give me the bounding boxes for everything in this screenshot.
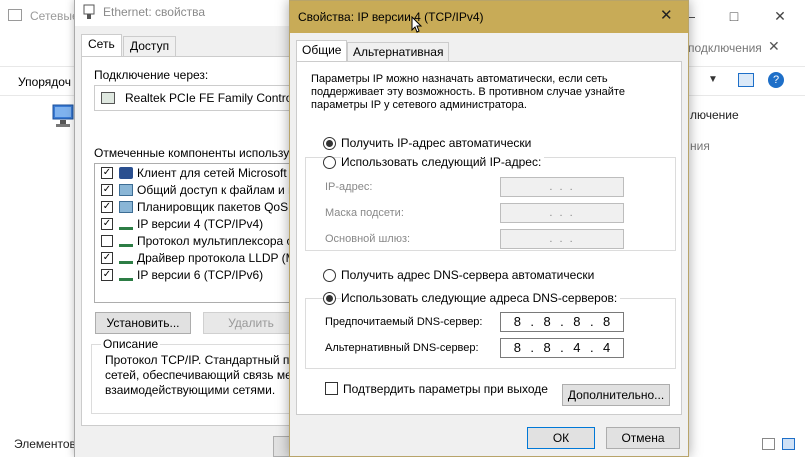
components-label: Отмеченные компоненты используются xyxy=(94,146,316,160)
gateway-field[interactable]: . . . xyxy=(500,229,624,249)
dns-octet: 4 xyxy=(573,340,581,355)
help-icon[interactable]: ? xyxy=(768,72,784,88)
preferred-dns-label: Предпочитаемый DNS-сервер: xyxy=(325,316,483,328)
network-card-icon xyxy=(101,92,115,104)
component-label: Драйвер протокола LLDP (Ma xyxy=(137,251,303,265)
search-input[interactable]: подключения xyxy=(688,41,762,55)
tab-network[interactable]: Сеть xyxy=(81,34,122,56)
close-button[interactable]: ✕ xyxy=(757,0,803,32)
tab-general[interactable]: Общие xyxy=(296,40,348,61)
adapter-name: Realtek PCIe FE Family Controller xyxy=(125,91,309,105)
list-item[interactable]: ✓ Клиент для сетей Microsoft xyxy=(95,165,313,182)
list-item[interactable]: ✓ Планировщик пакетов QoS xyxy=(95,199,313,216)
dns-auto-radio[interactable] xyxy=(323,269,336,282)
list-item[interactable]: ✓ Драйвер протокола LLDP (Ma xyxy=(95,250,313,267)
dns-octet: 8 xyxy=(513,314,521,329)
ipv4-properties-dialog: Свойства: IP версии 4 (TCP/IPv4) ✕ Общие… xyxy=(289,0,689,457)
adapter-box: Realtek PCIe FE Family Controller xyxy=(94,85,314,111)
ipv4-dialog-title: Свойства: IP версии 4 (TCP/IPv4) xyxy=(298,10,484,24)
component-checkbox[interactable]: ✓ xyxy=(101,167,113,179)
folder-icon xyxy=(8,9,22,21)
tab-sharing[interactable]: Доступ xyxy=(123,36,177,56)
mouse-cursor-icon xyxy=(411,16,423,33)
dns-octet: 8 xyxy=(543,340,551,355)
dns-manual-label[interactable]: Использовать следующие адреса DNS-сервер… xyxy=(341,291,621,305)
bg-window-title: Сетевые xyxy=(30,9,79,23)
connect-via-label: Подключение через: xyxy=(94,68,209,82)
network-adapter-icon[interactable] xyxy=(52,104,74,130)
dns-octet: 8 xyxy=(513,340,521,355)
component-checkbox[interactable]: ✓ xyxy=(101,252,113,264)
large-icons-view-icon[interactable] xyxy=(782,438,795,450)
preview-pane-icon[interactable] xyxy=(738,73,754,87)
alternate-dns-field[interactable]: 8. 8. 4. 4 xyxy=(500,338,624,358)
static-dns-group xyxy=(305,298,676,369)
client-icon xyxy=(119,167,133,179)
list-item[interactable]: ✓ IP версии 4 (TCP/IPv4) xyxy=(95,216,313,233)
advanced-button[interactable]: Дополнительно... xyxy=(562,384,670,406)
component-label: IP версии 4 (TCP/IPv4) xyxy=(137,217,264,231)
dns-octet: 8 xyxy=(603,314,611,329)
chevron-down-icon[interactable]: ▼ xyxy=(708,74,718,85)
dns-octet: 8 xyxy=(573,314,581,329)
status-bar-text: Элементов xyxy=(14,437,76,451)
cancel-button[interactable]: Отмена xyxy=(606,427,680,449)
subnet-mask-label: Маска подсети: xyxy=(325,207,404,219)
clear-search-icon[interactable]: ✕ xyxy=(768,38,780,55)
dns-auto-label[interactable]: Получить адрес DNS-сервера автоматически xyxy=(341,268,594,282)
ethernet-properties-window: Ethernet: свойства Сеть Доступ Подключен… xyxy=(74,0,316,457)
component-checkbox[interactable]: ✓ xyxy=(101,201,113,213)
ip-manual-label[interactable]: Использовать следующий IP-адрес: xyxy=(341,155,545,169)
gateway-label: Основной шлюз: xyxy=(325,233,411,245)
component-checkbox[interactable]: ✓ xyxy=(101,218,113,230)
ipv4-general-page: Параметры IP можно назначать автоматичес… xyxy=(296,61,682,415)
details-view-icon[interactable] xyxy=(762,438,775,450)
ip-address-field[interactable]: . . . xyxy=(500,177,624,197)
list-item[interactable]: Протокол мультиплексора сет xyxy=(95,233,313,250)
connection-status-text: ния xyxy=(690,139,710,153)
intro-text: Параметры IP можно назначать автоматичес… xyxy=(311,73,625,111)
tab-alternate-config[interactable]: Альтернативная конфигурация xyxy=(347,42,450,77)
protocol-icon xyxy=(119,252,133,264)
component-label: Протокол мультиплексора сет xyxy=(137,234,305,248)
ip-auto-label[interactable]: Получить IP-адрес автоматически xyxy=(341,136,531,150)
share-icon xyxy=(119,201,133,213)
description-label: Описание xyxy=(101,337,161,351)
ok-button[interactable]: ОК xyxy=(527,427,595,449)
protocol-icon xyxy=(119,235,133,247)
connection-name-text: лючение xyxy=(690,108,739,122)
components-list[interactable]: ✓ Клиент для сетей Microsoft ✓ Общий дос… xyxy=(94,163,314,303)
ip-manual-radio[interactable] xyxy=(323,156,336,169)
maximize-button[interactable]: □ xyxy=(711,0,757,32)
protocol-icon xyxy=(119,269,133,281)
list-item[interactable]: ✓ IP версии 6 (TCP/IPv6) xyxy=(95,267,313,284)
dns-manual-radio[interactable] xyxy=(323,292,336,305)
ethernet-icon xyxy=(83,4,95,19)
share-icon xyxy=(119,184,133,196)
component-label: IP версии 6 (TCP/IPv6) xyxy=(137,268,264,282)
list-item[interactable]: ✓ Общий доступ к файлам и при xyxy=(95,182,313,199)
preferred-dns-field[interactable]: 8. 8. 8. 8 xyxy=(500,312,624,332)
dns-octet: 4 xyxy=(603,340,611,355)
component-label: Общий доступ к файлам и при xyxy=(137,183,308,197)
validate-label[interactable]: Подтвердить параметры при выходе xyxy=(343,382,548,396)
validate-checkbox[interactable] xyxy=(325,382,338,395)
dns-octet: 8 xyxy=(543,314,551,329)
component-label: Клиент для сетей Microsoft xyxy=(137,166,287,180)
subnet-mask-field[interactable]: . . . xyxy=(500,203,624,223)
remove-button[interactable]: Удалить xyxy=(203,312,299,334)
ip-auto-radio[interactable] xyxy=(323,137,336,150)
component-checkbox[interactable] xyxy=(101,235,113,247)
protocol-icon xyxy=(119,218,133,230)
ip-address-label: IP-адрес: xyxy=(325,181,373,193)
component-checkbox[interactable]: ✓ xyxy=(101,184,113,196)
description-text: Протокол TCP/IP. Стандартный прот сетей,… xyxy=(105,353,308,397)
alternate-dns-label: Альтернативный DNS-сервер: xyxy=(325,342,479,354)
eth-window-title: Ethernet: свойства xyxy=(103,5,206,19)
component-checkbox[interactable]: ✓ xyxy=(101,269,113,281)
install-button[interactable]: Установить... xyxy=(95,312,191,334)
close-icon[interactable]: ✕ xyxy=(660,6,673,24)
component-label: Планировщик пакетов QoS xyxy=(137,200,289,214)
organize-menu[interactable]: Упорядоч xyxy=(18,75,71,89)
